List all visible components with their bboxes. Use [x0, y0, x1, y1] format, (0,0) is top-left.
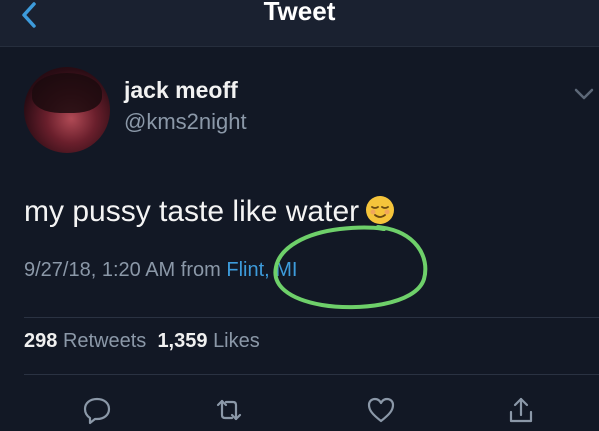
divider: [24, 374, 599, 375]
tweet-detail: jack meoff @kms2night my pussy taste lik…: [0, 47, 599, 431]
retweets-count[interactable]: 298: [24, 330, 57, 352]
reply-icon[interactable]: [82, 395, 112, 425]
retweet-icon[interactable]: [214, 395, 244, 425]
likes-label[interactable]: Likes: [213, 330, 260, 352]
author-handle[interactable]: @kms2night: [124, 109, 247, 135]
retweets-label[interactable]: Retweets: [63, 330, 146, 352]
hand-drawn-circle-annotation: [273, 225, 428, 310]
page-title: Tweet: [263, 0, 336, 26]
author-display-name[interactable]: jack meoff: [124, 77, 238, 104]
share-icon[interactable]: [506, 395, 536, 425]
tweet-metadata: 9/27/18, 1:20 AM from Flint, MI: [24, 259, 297, 282]
avatar[interactable]: [24, 67, 110, 153]
action-bar: [0, 387, 599, 431]
chevron-down-icon[interactable]: [574, 87, 594, 101]
avatar-hair-shape: [32, 73, 102, 113]
from-label: from: [180, 259, 221, 281]
engagement-stats: 298 Retweets 1,359 Likes: [24, 330, 260, 353]
likes-count[interactable]: 1,359: [157, 330, 207, 352]
divider: [24, 317, 599, 318]
like-heart-icon[interactable]: [366, 395, 396, 425]
tweet-timestamp: 9/27/18, 1:20 AM: [24, 259, 176, 281]
navigation-bar: Tweet: [0, 0, 599, 47]
